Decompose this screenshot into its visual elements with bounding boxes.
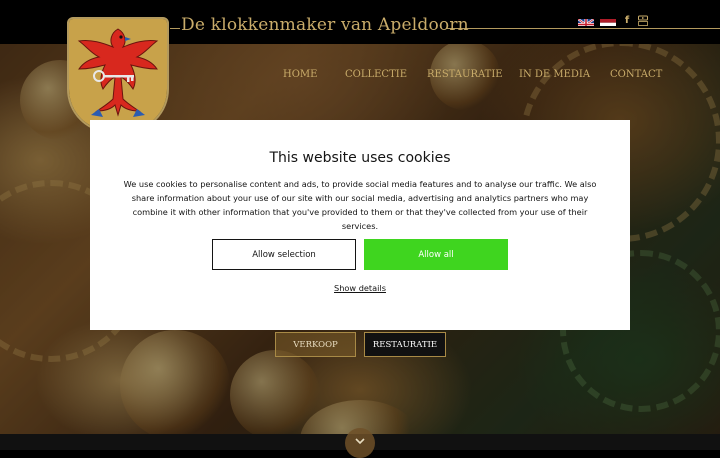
youtube-icon[interactable] — [638, 15, 648, 26]
nav-item-contact[interactable]: CONTACT — [610, 69, 662, 80]
show-details-link[interactable]: Show details — [90, 283, 630, 293]
cookie-consent-dialog: This website uses cookies We use cookies… — [90, 120, 630, 330]
verkoop-button[interactable]: VERKOOP — [275, 332, 356, 357]
allow-all-button[interactable]: Allow all — [364, 239, 508, 270]
coat-of-arms-eagle-key-icon[interactable] — [67, 17, 169, 133]
title-rule-left — [170, 28, 180, 29]
main-nav: HOME COLLECTIE RESTAURATIE IN DE MEDIA C… — [283, 69, 662, 80]
nav-item-collectie[interactable]: COLLECTIE — [345, 69, 427, 80]
nl-flag-icon[interactable] — [600, 15, 616, 26]
restauratie-button[interactable]: RESTAURATIE — [364, 332, 446, 357]
site-title[interactable]: De klokkenmaker van Apeldoorn — [181, 15, 469, 35]
chevron-down-icon[interactable] — [345, 428, 375, 458]
cookie-dialog-title: This website uses cookies — [269, 150, 451, 166]
uk-flag-icon[interactable] — [578, 15, 594, 26]
facebook-icon[interactable]: f — [622, 15, 632, 26]
nav-item-home[interactable]: HOME — [283, 69, 345, 80]
allow-selection-button[interactable]: Allow selection — [212, 239, 356, 270]
nav-item-in-de-media[interactable]: IN DE MEDIA — [519, 69, 610, 80]
nav-item-restauratie[interactable]: RESTAURATIE — [427, 69, 519, 80]
title-rule-right — [446, 28, 720, 29]
cookie-dialog-text: We use cookies to personalise content an… — [123, 179, 597, 231]
top-icon-bar: f — [578, 14, 648, 26]
